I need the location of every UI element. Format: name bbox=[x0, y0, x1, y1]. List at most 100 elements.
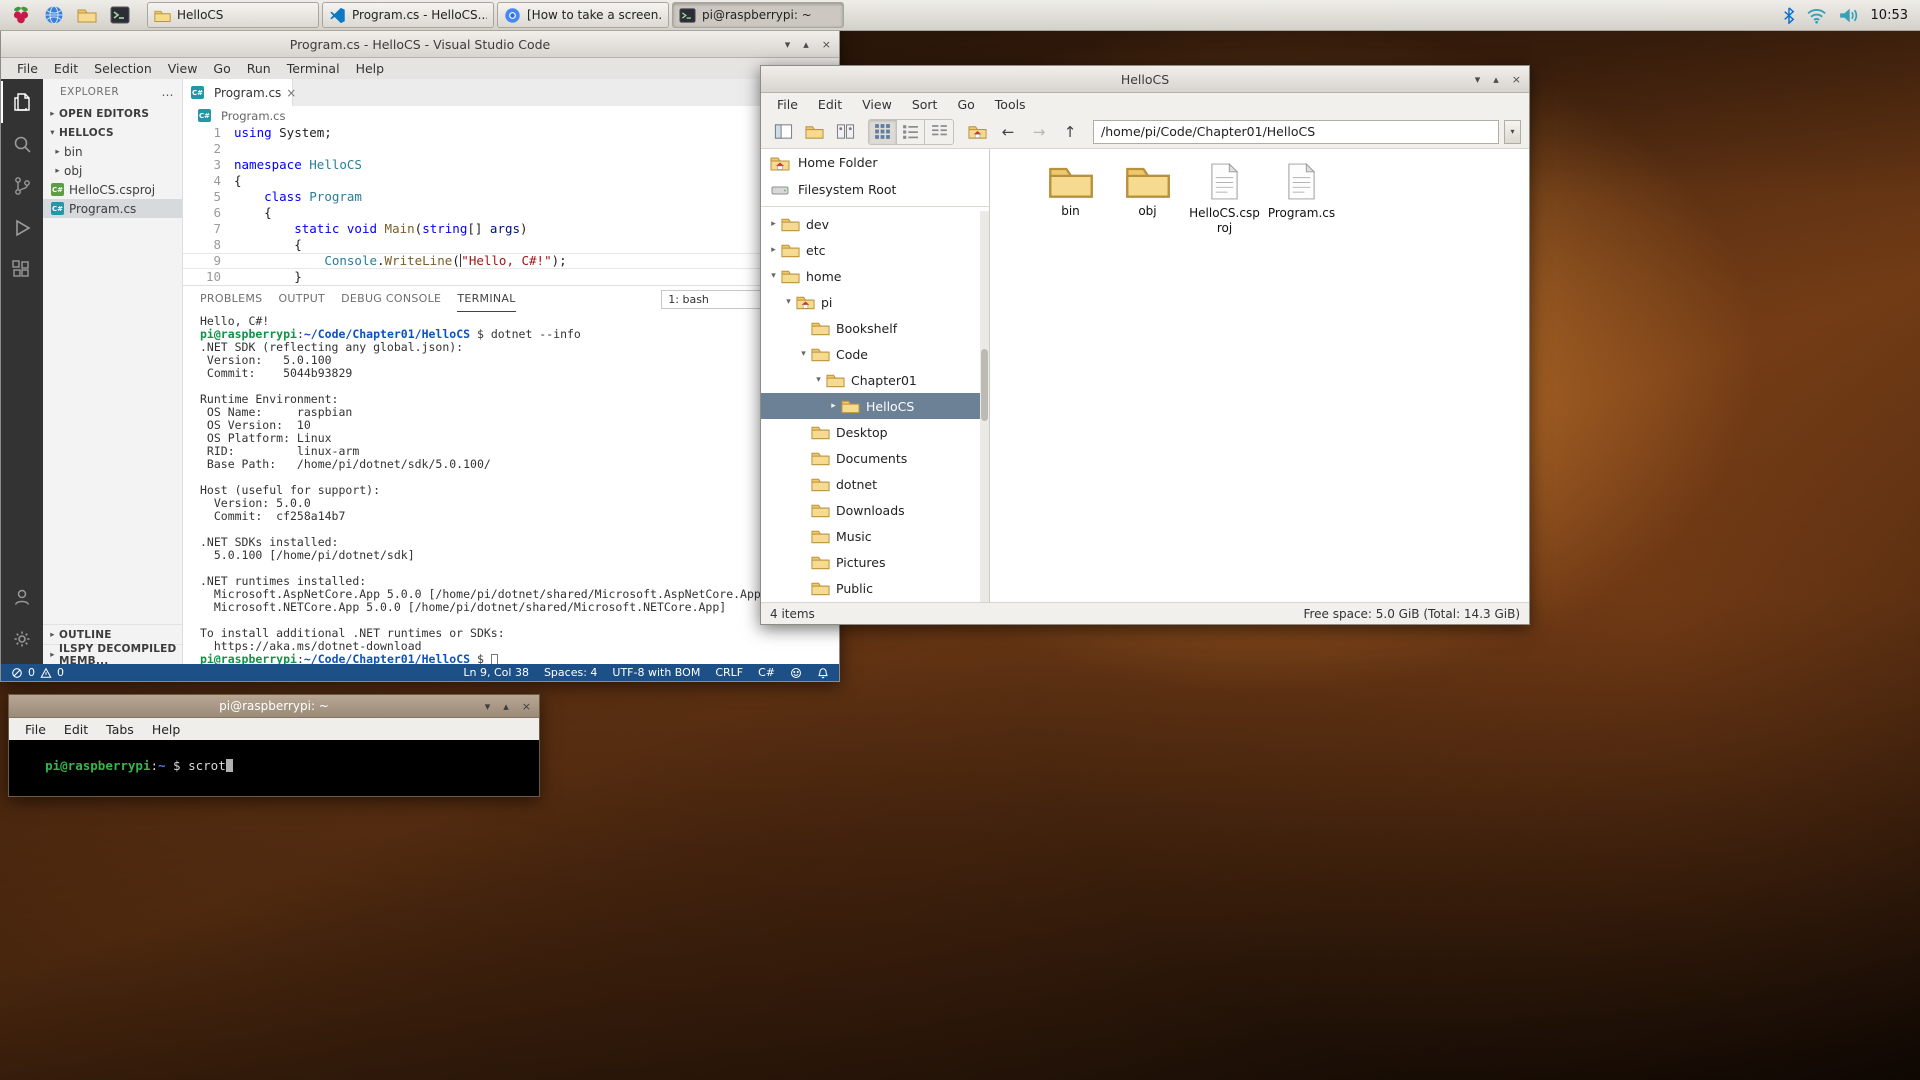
status-utf-8-with-bom[interactable]: UTF-8 with BOM bbox=[612, 666, 700, 679]
chevron-down-icon[interactable]: ▾ bbox=[782, 297, 795, 307]
outline-section[interactable]: ▸ OUTLINE bbox=[43, 624, 182, 644]
taskbar-window-hellocs[interactable]: HelloCS bbox=[147, 2, 319, 28]
file-list-view[interactable]: binobjHelloCS.csprojProgram.cs bbox=[990, 149, 1529, 602]
terminal-screen[interactable]: pi@raspberrypi:~ $ scrot bbox=[9, 740, 539, 796]
shade-icon[interactable]: ▾ bbox=[485, 700, 491, 713]
taskbar-window-how-to-take-a-screen[interactable]: [How to take a screen... bbox=[497, 2, 669, 28]
tree-item-etc[interactable]: ▸etc bbox=[761, 237, 989, 263]
explorer-item-obj[interactable]: ▸obj bbox=[43, 161, 182, 180]
path-input[interactable] bbox=[1093, 120, 1499, 144]
menu-item-edit[interactable]: Edit bbox=[55, 722, 97, 737]
launcher-file-manager[interactable] bbox=[74, 3, 100, 27]
panel-tab-problems[interactable]: PROBLEMS bbox=[200, 286, 262, 312]
menu-item-tools[interactable]: Tools bbox=[985, 97, 1036, 112]
panel-tab-debug-console[interactable]: DEBUG CONSOLE bbox=[341, 286, 441, 312]
volume-icon[interactable] bbox=[1838, 7, 1859, 24]
menu-item-file[interactable]: File bbox=[16, 722, 55, 737]
integrated-terminal[interactable]: Hello, C#!pi@raspberrypi:~/Code/Chapter0… bbox=[183, 312, 839, 664]
tree-item-desktop[interactable]: Desktop bbox=[761, 419, 989, 445]
tree-item-dotnet[interactable]: dotnet bbox=[761, 471, 989, 497]
taskbar-window-program-cs-hellocs[interactable]: Program.cs - HelloCS... bbox=[322, 2, 494, 28]
icon-view-button[interactable] bbox=[869, 120, 897, 144]
more-actions-icon[interactable]: … bbox=[162, 85, 175, 99]
chevron-right-icon[interactable]: ▸ bbox=[767, 219, 780, 229]
menu-item-run[interactable]: Run bbox=[239, 61, 279, 76]
back-button[interactable]: ← bbox=[994, 119, 1022, 145]
menu-item-edit[interactable]: Edit bbox=[46, 61, 86, 76]
file-program-cs[interactable]: Program.cs bbox=[1263, 162, 1340, 221]
menu-item-file[interactable]: File bbox=[9, 61, 46, 76]
close-icon[interactable]: × bbox=[1512, 73, 1521, 86]
menu-item-view[interactable]: View bbox=[160, 61, 206, 76]
menu-item-edit[interactable]: Edit bbox=[808, 97, 852, 112]
tree-item-music[interactable]: Music bbox=[761, 523, 989, 549]
code-editor[interactable]: 1using System;23namespace HelloCS4{5 cla… bbox=[183, 125, 839, 285]
chevron-right-icon[interactable]: ▸ bbox=[767, 245, 780, 255]
tree-item-documents[interactable]: Documents bbox=[761, 445, 989, 471]
chevron-down-icon[interactable]: ▾ bbox=[797, 349, 810, 359]
menu-item-help[interactable]: Help bbox=[143, 722, 190, 737]
wifi-icon[interactable] bbox=[1806, 7, 1827, 24]
status-c[interactable]: C# bbox=[758, 666, 775, 679]
menu-item-view[interactable]: View bbox=[852, 97, 902, 112]
problems-status[interactable]: 0 0 bbox=[11, 666, 64, 679]
chevron-right-icon[interactable]: ▸ bbox=[827, 401, 840, 411]
taskbar-window-pi-raspberrypi[interactable]: pi@raspberrypi: ~ bbox=[672, 2, 844, 28]
unshade-icon[interactable]: ▴ bbox=[1493, 73, 1499, 86]
search-icon[interactable] bbox=[1, 123, 43, 165]
launcher-web-browser[interactable] bbox=[41, 3, 67, 27]
project-section[interactable]: ▾ HELLOCS bbox=[43, 123, 182, 142]
source-control-icon[interactable] bbox=[1, 165, 43, 207]
vscode-titlebar[interactable]: Program.cs - HelloCS - Visual Studio Cod… bbox=[1, 31, 839, 58]
new-folder-button[interactable] bbox=[800, 119, 828, 145]
tree-item-code[interactable]: ▾Code bbox=[761, 341, 989, 367]
menu-item-file[interactable]: File bbox=[767, 97, 808, 112]
explorer-icon[interactable] bbox=[1, 81, 43, 123]
up-button[interactable]: ↑ bbox=[1056, 119, 1084, 145]
tree-item-dev[interactable]: ▸dev bbox=[761, 211, 989, 237]
extensions-icon[interactable] bbox=[1, 249, 43, 291]
run-debug-icon[interactable] bbox=[1, 207, 43, 249]
place-filesystem-root[interactable]: Filesystem Root bbox=[761, 176, 989, 203]
tree-scrollbar[interactable] bbox=[980, 211, 989, 602]
tree-item-hellocs[interactable]: ▸HelloCS bbox=[761, 393, 989, 419]
status-crlf[interactable]: CRLF bbox=[715, 666, 743, 679]
status-ln-9-col-38[interactable]: Ln 9, Col 38 bbox=[463, 666, 529, 679]
home-button[interactable] bbox=[963, 119, 991, 145]
tree-item-public[interactable]: Public bbox=[761, 575, 989, 601]
tree-item-home[interactable]: ▾home bbox=[761, 263, 989, 289]
explorer-item-hellocs-csproj[interactable]: C#HelloCS.csproj bbox=[43, 180, 182, 199]
unshade-icon[interactable]: ▴ bbox=[503, 700, 509, 713]
launcher-menu[interactable] bbox=[8, 3, 34, 27]
path-dropdown-button[interactable]: ▾ bbox=[1504, 120, 1521, 144]
menu-item-go[interactable]: Go bbox=[947, 97, 984, 112]
tree-item-pictures[interactable]: Pictures bbox=[761, 549, 989, 575]
tree-item-bookshelf[interactable]: Bookshelf bbox=[761, 315, 989, 341]
tree-item-downloads[interactable]: Downloads bbox=[761, 497, 989, 523]
panel-tab-terminal[interactable]: TERMINAL bbox=[457, 286, 515, 312]
launcher-terminal[interactable] bbox=[107, 3, 133, 27]
terminal-titlebar[interactable]: pi@raspberrypi: ~ ▾ ▴ × bbox=[9, 695, 539, 718]
close-icon[interactable]: × bbox=[522, 700, 531, 713]
close-tab-icon[interactable]: × bbox=[286, 86, 296, 100]
menu-item-sort[interactable]: Sort bbox=[902, 97, 948, 112]
panel-tab-output[interactable]: OUTPUT bbox=[278, 286, 325, 312]
chevron-down-icon[interactable]: ▾ bbox=[767, 271, 780, 281]
place-home-folder[interactable]: Home Folder bbox=[761, 149, 989, 176]
compact-view-button[interactable] bbox=[925, 120, 953, 144]
tree-item-chapter01[interactable]: ▾Chapter01 bbox=[761, 367, 989, 393]
list-view-button[interactable] bbox=[897, 120, 925, 144]
feedback-icon[interactable] bbox=[790, 667, 802, 679]
menu-item-help[interactable]: Help bbox=[348, 61, 393, 76]
explorer-item-program-cs[interactable]: C#Program.cs bbox=[43, 199, 182, 218]
dual-pane-button[interactable] bbox=[831, 119, 859, 145]
file-manager-titlebar[interactable]: HelloCS ▾ ▴ × bbox=[761, 66, 1529, 93]
ilspy-section[interactable]: ▸ ILSPY DECOMPILED MEMB... bbox=[43, 644, 182, 664]
clock[interactable]: 10:53 bbox=[1871, 8, 1908, 23]
forward-button[interactable]: → bbox=[1025, 119, 1053, 145]
menu-item-terminal[interactable]: Terminal bbox=[279, 61, 348, 76]
file-obj[interactable]: obj bbox=[1109, 162, 1186, 219]
open-editors-section[interactable]: ▸ OPEN EDITORS bbox=[43, 104, 182, 123]
tab-program-cs[interactable]: C# Program.cs × bbox=[183, 79, 293, 106]
menu-item-tabs[interactable]: Tabs bbox=[97, 722, 143, 737]
